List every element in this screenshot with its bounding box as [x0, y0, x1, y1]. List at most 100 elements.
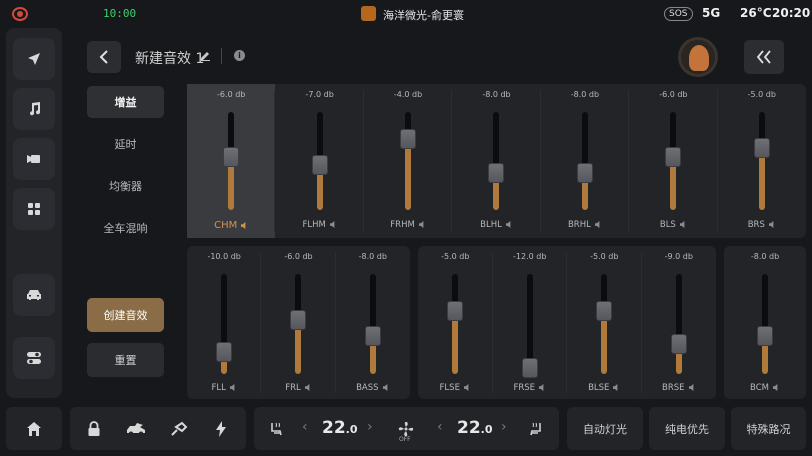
ev-priority-button[interactable]: 纯电优先 — [649, 407, 725, 450]
slider-track[interactable] — [762, 274, 768, 374]
album-cover[interactable] — [678, 37, 718, 77]
channel-frhm[interactable]: -4.0 db FRHM — [364, 84, 453, 238]
channel-frl[interactable]: -6.0 db FRL — [261, 246, 336, 399]
driver-seat-heat-button[interactable] — [262, 407, 290, 450]
channel-bcm[interactable]: -8.0 db BCM — [724, 246, 806, 399]
channel-chm[interactable]: -6.0 db CHM — [187, 84, 276, 238]
slider-knob[interactable] — [216, 342, 233, 362]
slider-track[interactable] — [452, 274, 459, 374]
double-chevron-left-icon — [756, 50, 771, 64]
speaker-icon[interactable] — [241, 222, 248, 229]
slider-knob[interactable] — [665, 147, 682, 168]
speaker-icon[interactable] — [688, 384, 696, 391]
left-temp-up-button[interactable]: › — [367, 419, 373, 435]
left-temp-down-button[interactable]: ‹ — [302, 419, 308, 435]
chevron-left-icon — [99, 50, 108, 64]
home-button[interactable] — [6, 407, 62, 450]
channel-fll[interactable]: -10.0 db FLL — [187, 246, 262, 399]
slider-track[interactable] — [758, 112, 765, 210]
sos-badge[interactable]: SOS — [664, 7, 693, 21]
channel-flhm[interactable]: -7.0 db FLHM — [275, 84, 364, 238]
speaker-icon[interactable] — [505, 221, 513, 228]
lock-button[interactable] — [78, 407, 110, 450]
rail-apps-button[interactable] — [13, 188, 55, 230]
power-mode-button[interactable] — [204, 407, 238, 450]
slider-knob[interactable] — [670, 334, 687, 354]
speaker-icon[interactable] — [463, 384, 471, 391]
channel-brs[interactable]: -5.0 db BRS — [718, 84, 806, 238]
channel-brse[interactable]: -9.0 db BRSE — [642, 246, 717, 399]
slider-track[interactable] — [493, 112, 500, 210]
channel-bls[interactable]: -6.0 db BLS — [629, 84, 718, 238]
slider-knob[interactable] — [400, 129, 417, 150]
speaker-icon[interactable] — [329, 221, 337, 228]
info-icon[interactable]: i — [234, 50, 245, 61]
slider-track[interactable] — [601, 274, 608, 374]
channel-name: BRS — [718, 220, 806, 230]
channel-name: FRSE — [493, 383, 568, 393]
channel-name-text: FLL — [211, 383, 226, 393]
rail-navigation-button[interactable] — [13, 38, 55, 80]
reset-button[interactable]: 重置 — [87, 343, 164, 377]
speaker-icon[interactable] — [539, 384, 546, 391]
create-effect-button[interactable]: 创建音效 — [87, 298, 164, 332]
slider-knob[interactable] — [596, 301, 613, 321]
slider-knob[interactable] — [757, 326, 773, 346]
apps-grid-icon — [28, 203, 40, 215]
channel-name: BLSE — [567, 383, 642, 393]
slider-knob[interactable] — [447, 301, 464, 321]
slider-track[interactable] — [369, 274, 376, 374]
channel-value: -6.0 db — [217, 90, 246, 99]
speaker-icon[interactable] — [382, 384, 390, 391]
now-playing-art[interactable] — [361, 6, 376, 21]
rail-settings-button[interactable] — [13, 337, 55, 379]
menu-delay[interactable]: 延时 — [87, 128, 164, 160]
right-temp-up-button[interactable]: › — [501, 419, 507, 435]
slider-knob[interactable] — [488, 162, 505, 183]
slider-knob[interactable] — [576, 162, 593, 183]
channel-blse[interactable]: -5.0 db BLSE — [567, 246, 642, 399]
slider-knob[interactable] — [290, 310, 307, 330]
now-playing-title[interactable]: 海洋微光-俞更寰 — [383, 7, 464, 23]
slider-knob[interactable] — [364, 326, 381, 346]
rail-car-button[interactable] — [13, 274, 55, 316]
passenger-seat-heat-button[interactable] — [522, 407, 550, 450]
slider-knob[interactable] — [223, 147, 240, 168]
auto-light-button[interactable]: 自动灯光 — [567, 407, 643, 450]
right-temp-down-button[interactable]: ‹ — [437, 419, 443, 435]
channel-blhl[interactable]: -8.0 db BLHL — [452, 84, 541, 238]
slider-knob[interactable] — [311, 154, 328, 175]
channel-flse[interactable]: -5.0 db FLSE — [418, 246, 493, 399]
special-road-button[interactable]: 特殊路况 — [731, 407, 806, 450]
back-button[interactable] — [87, 41, 121, 73]
speaker-icon[interactable] — [594, 221, 602, 228]
slider-knob[interactable] — [521, 358, 538, 378]
channel-value: -8.0 db — [570, 90, 600, 99]
trunk-button[interactable] — [119, 407, 153, 450]
speaker-icon[interactable] — [418, 221, 426, 228]
speaker-icon[interactable] — [613, 384, 620, 391]
speaker-icon[interactable] — [679, 221, 687, 228]
fan-button[interactable] — [388, 407, 424, 450]
menu-gain[interactable]: 增益 — [87, 86, 164, 118]
camera-record-icon[interactable] — [12, 7, 28, 21]
rail-music-button[interactable] — [13, 88, 55, 130]
charge-port-button[interactable] — [162, 407, 196, 450]
channel-brhl[interactable]: -8.0 db BRHL — [541, 84, 630, 238]
slider-track[interactable] — [405, 112, 412, 210]
edit-pencil-icon[interactable] — [200, 50, 211, 61]
speaker-icon[interactable] — [772, 384, 780, 391]
speaker-icon[interactable] — [768, 221, 776, 228]
speaker-icon[interactable] — [229, 384, 237, 391]
channel-name: FRHM — [364, 220, 452, 230]
slider-track[interactable] — [675, 274, 682, 374]
rail-video-button[interactable] — [13, 138, 55, 180]
menu-equalizer[interactable]: 均衡器 — [87, 170, 164, 202]
slider-knob[interactable] — [753, 138, 770, 159]
channel-frse[interactable]: -12.0 db FRSE — [493, 246, 568, 399]
collapse-button[interactable] — [744, 40, 784, 74]
menu-reverb[interactable]: 全车混响 — [87, 212, 164, 244]
channel-bass[interactable]: -8.0 db BASS — [336, 246, 410, 399]
speaker-icon[interactable] — [304, 384, 312, 391]
slider-track[interactable] — [581, 112, 588, 210]
